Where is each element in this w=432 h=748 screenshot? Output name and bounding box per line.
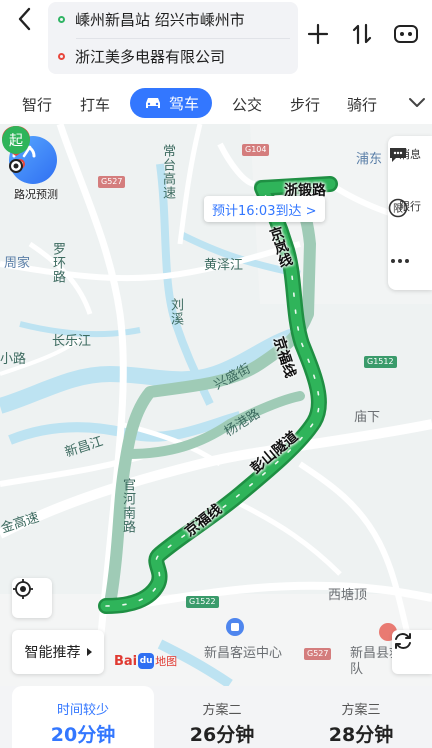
add-waypoint-icon[interactable] <box>304 20 332 48</box>
baidu-map-logo: Bai du 地图 <box>114 652 177 670</box>
car-icon <box>145 98 160 108</box>
restriction-button[interactable]: 限 限行 <box>388 198 432 218</box>
logo-bai: Bai <box>114 653 138 669</box>
map-label-luohuan-road: 罗环路 <box>50 242 65 284</box>
map-label-guanhe-nan-road: 官河南路 <box>120 478 135 534</box>
end-dot-icon <box>58 52 65 60</box>
map-label-xitangding: 西塘顶 <box>328 588 368 603</box>
back-arrow-icon[interactable] <box>12 4 38 34</box>
swap-route-icon[interactable] <box>348 20 376 48</box>
plan-name: 方案二 <box>202 703 242 718</box>
smart-recommend-button[interactable]: 智能推荐 <box>12 630 104 674</box>
map-label-liuxi: 刘溪 <box>168 298 183 326</box>
crosshair-icon <box>13 579 33 599</box>
map-label-xiao-road: 小路 <box>0 352 27 367</box>
end-location-text: 浙江美多电器有限公司 <box>75 47 226 66</box>
plan-time: 20分钟 <box>50 724 116 746</box>
highway-shield: G527 <box>98 176 126 188</box>
start-location-text: 嵊州新昌站 绍兴市嵊州市 <box>75 10 245 29</box>
refresh-icon <box>395 633 411 649</box>
message-icon <box>390 148 406 162</box>
plan-name: 时间较少 <box>56 703 109 718</box>
highway-shield: G104 <box>242 144 270 156</box>
map-label-xinchang-bus-center: 新昌客运中心 <box>204 646 283 661</box>
logo-du: du <box>138 653 155 669</box>
map-label-zhoujia: 周家 <box>4 256 31 271</box>
more-dots-icon <box>391 259 409 263</box>
start-dot-icon <box>58 15 65 23</box>
plan-name: 方案三 <box>341 703 381 718</box>
end-location-field[interactable]: 浙江美多电器有限公司 <box>58 42 225 70</box>
restriction-icon: 限 <box>388 198 408 218</box>
triangle-right-icon <box>86 648 92 656</box>
map-label-changle-river: 长乐江 <box>52 334 92 349</box>
plan-time: 26分钟 <box>189 724 255 746</box>
map-label-pudong: 浦东 <box>356 152 383 167</box>
map-label-changtai-expressway: 常台高速 <box>160 144 175 200</box>
route-header: 嵊州新昌站 绍兴市嵊州市 浙江美多电器有限公司 <box>0 0 432 84</box>
start-location-field[interactable]: 嵊州新昌站 绍兴市嵊州市 <box>58 5 245 33</box>
logo-ditu: 地图 <box>155 655 178 668</box>
tab-taxi[interactable]: 打车 <box>80 94 110 115</box>
highway-shield: G1512 <box>364 356 397 368</box>
transport-mode-tabs: 智行 打车 驾车 公交 步行 骑行 <box>0 84 432 124</box>
route-input-box: 嵊州新昌站 绍兴市嵊州市 浙江美多电器有限公司 <box>48 2 298 74</box>
svg-text:限: 限 <box>393 203 403 215</box>
highway-shield: G527 <box>304 648 332 660</box>
tab-bus[interactable]: 公交 <box>232 94 262 115</box>
messages-button[interactable]: 消息 <box>388 146 432 162</box>
tab-drive[interactable]: 驾车 <box>130 88 212 118</box>
map-label-huangze-river: 黄泽江 <box>204 258 244 273</box>
tab-drive-label: 驾车 <box>168 94 199 113</box>
map-label-miaoxia: 庙下 <box>354 410 381 425</box>
route-plan-3[interactable]: 方案三 28分钟 <box>290 686 432 748</box>
route-divider <box>76 38 290 39</box>
route-plans-bar: 时间较少 20分钟 方案二 26分钟 方案三 28分钟 <box>0 686 432 748</box>
highway-shield: G1522 <box>186 596 219 608</box>
start-pin-icon: 起 <box>2 126 30 173</box>
route-plan-2[interactable]: 方案二 26分钟 <box>154 686 290 748</box>
chevron-down-icon[interactable] <box>408 96 426 110</box>
tab-walk[interactable]: 步行 <box>290 94 320 115</box>
map-side-panel: 消息 限 限行 <box>388 136 432 290</box>
car-settings-icon[interactable] <box>392 20 420 48</box>
tab-bike[interactable]: 骑行 <box>347 94 377 115</box>
refresh-route-button[interactable] <box>392 630 432 674</box>
route-plan-1[interactable]: 时间较少 20分钟 <box>12 686 154 748</box>
eta-bubble[interactable]: 预计16:03到达 > <box>204 196 325 222</box>
plan-time: 28分钟 <box>328 724 394 746</box>
smart-recommend-label: 智能推荐 <box>24 645 81 661</box>
traffic-forecast-label: 路况预测 <box>14 188 58 201</box>
start-marker-label: 起 <box>9 133 23 149</box>
tab-smart[interactable]: 智行 <box>22 94 52 115</box>
map-view[interactable]: 浦东 常台高速 黄泽江 周家 罗环路 长乐江 小路 刘溪 兴盛街 庙下 杨港路 … <box>0 124 432 686</box>
locate-button[interactable] <box>12 578 52 618</box>
